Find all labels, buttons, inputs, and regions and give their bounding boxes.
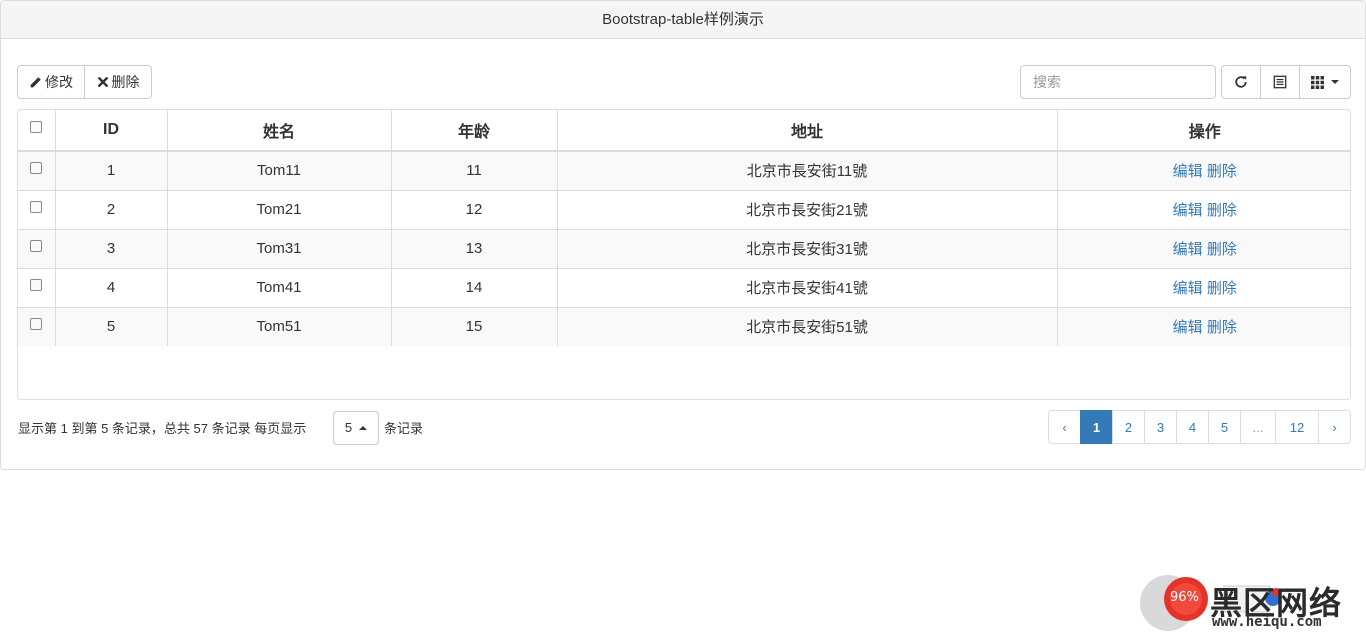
toggle-view-button[interactable] — [1260, 65, 1300, 99]
list-alt-icon — [1273, 75, 1287, 89]
delete-link[interactable]: 删除 — [1207, 163, 1237, 180]
cell-name: Tom31 — [167, 228, 392, 268]
cell-id: 5 — [55, 306, 168, 346]
pencil-icon — [30, 76, 41, 87]
table-panel: Bootstrap-table样例演示 修改 删除 搜索 ID 姓名 年龄 地址… — [0, 0, 1366, 470]
page-5[interactable]: 5 — [1208, 410, 1241, 444]
cell-id: 2 — [55, 189, 168, 229]
cell-name: Tom41 — [167, 267, 392, 307]
edit-link[interactable]: 编辑 — [1173, 280, 1203, 297]
data-table: ID 姓名 年龄 地址 操作 1 Tom11 11 北京市長安街11號 编辑 删… — [17, 109, 1351, 400]
column-header-age[interactable]: 年龄 — [391, 110, 558, 152]
columns-button[interactable] — [1299, 65, 1351, 99]
column-header-id[interactable]: ID — [55, 110, 168, 152]
delete-link[interactable]: 删除 — [1207, 319, 1237, 336]
cell-name: Tom11 — [167, 150, 392, 190]
page-size-dropdown[interactable]: 5 — [333, 411, 379, 445]
search-input[interactable] — [1020, 65, 1216, 99]
cell-name: Tom51 — [167, 306, 392, 346]
edit-button[interactable]: 修改 — [17, 65, 85, 99]
pagination: ‹ 1 2 3 4 5 ... 12 › — [1048, 410, 1351, 444]
page-12[interactable]: 12 — [1275, 410, 1319, 444]
close-icon — [97, 77, 108, 87]
edit-button-label: 修改 — [45, 74, 73, 90]
cell-actions: 编辑 删除 — [1057, 267, 1350, 307]
chevron-up-icon — [359, 426, 368, 430]
edit-link[interactable]: 编辑 — [1173, 241, 1203, 258]
cell-age: 12 — [391, 189, 558, 229]
edit-link[interactable]: 编辑 — [1173, 163, 1203, 180]
column-header-name[interactable]: 姓名 — [167, 110, 392, 152]
page-1[interactable]: 1 — [1080, 410, 1113, 444]
row-checkbox[interactable] — [30, 240, 43, 253]
table-row[interactable]: 3 Tom31 13 北京市長安街31號 编辑 删除 — [18, 228, 1350, 268]
cell-age: 15 — [391, 306, 558, 346]
pagination-info: 显示第 1 到第 5 条记录，总共 57 条记录 每页显示 — [18, 420, 307, 436]
table-row[interactable]: 2 Tom21 12 北京市長安街21號 编辑 删除 — [18, 189, 1350, 229]
edit-link[interactable]: 编辑 — [1173, 319, 1203, 336]
cell-address: 北京市長安街21號 — [557, 189, 1058, 229]
column-header-address[interactable]: 地址 — [557, 110, 1058, 152]
page-2[interactable]: 2 — [1112, 410, 1145, 444]
cell-address: 北京市長安街31號 — [557, 228, 1058, 268]
select-all-checkbox[interactable] — [30, 120, 43, 133]
grid-icon — [1311, 75, 1324, 89]
table-header-row: ID 姓名 年龄 地址 操作 — [18, 110, 1350, 152]
cell-address: 北京市長安街41號 — [557, 267, 1058, 307]
delete-button[interactable]: 删除 — [84, 65, 152, 99]
cell-actions: 编辑 删除 — [1057, 189, 1350, 229]
refresh-icon — [1235, 76, 1247, 88]
refresh-button[interactable] — [1221, 65, 1261, 99]
cell-name: Tom21 — [167, 189, 392, 229]
cell-id: 4 — [55, 267, 168, 307]
page-prev[interactable]: ‹ — [1048, 410, 1081, 444]
cell-id: 1 — [55, 150, 168, 190]
delete-link[interactable]: 删除 — [1207, 241, 1237, 258]
row-checkbox[interactable] — [30, 201, 43, 214]
cell-actions: 编辑 删除 — [1057, 228, 1350, 268]
row-checkbox[interactable] — [30, 162, 43, 175]
table-row[interactable]: 5 Tom51 15 北京市長安街51號 编辑 删除 — [18, 306, 1350, 346]
page-next[interactable]: › — [1318, 410, 1351, 444]
pagination-info-suffix: 条记录 — [384, 421, 424, 436]
page-4[interactable]: 4 — [1176, 410, 1209, 444]
cell-age: 11 — [391, 150, 558, 190]
page-size-value: 5 — [344, 420, 353, 435]
cell-id: 3 — [55, 228, 168, 268]
column-header-actions: 操作 — [1057, 110, 1350, 152]
table-row[interactable]: 1 Tom11 11 北京市長安街11號 编辑 删除 — [18, 150, 1350, 190]
cell-address: 北京市長安街51號 — [557, 306, 1058, 346]
cell-age: 13 — [391, 228, 558, 268]
table-row[interactable]: 4 Tom41 14 北京市長安街41號 编辑 删除 — [18, 267, 1350, 307]
watermark-badge: 96% — [1170, 590, 1199, 605]
edit-link[interactable]: 编辑 — [1173, 202, 1203, 219]
row-checkbox[interactable] — [30, 279, 43, 292]
chevron-down-icon — [1331, 80, 1339, 84]
select-all-cell[interactable] — [18, 110, 56, 152]
page-3[interactable]: 3 — [1144, 410, 1177, 444]
cell-actions: 编辑 删除 — [1057, 306, 1350, 346]
cell-age: 14 — [391, 267, 558, 307]
row-checkbox[interactable] — [30, 318, 43, 331]
cell-address: 北京市長安街11號 — [557, 150, 1058, 190]
delete-link[interactable]: 删除 — [1207, 202, 1237, 219]
delete-button-label: 删除 — [111, 74, 140, 90]
watermark-url: www.heiqu.com — [1212, 614, 1322, 630]
panel-title: Bootstrap-table样例演示 — [1, 1, 1365, 39]
cell-actions: 编辑 删除 — [1057, 150, 1350, 190]
page-ellipsis: ... — [1240, 410, 1276, 444]
delete-link[interactable]: 删除 — [1207, 280, 1237, 297]
